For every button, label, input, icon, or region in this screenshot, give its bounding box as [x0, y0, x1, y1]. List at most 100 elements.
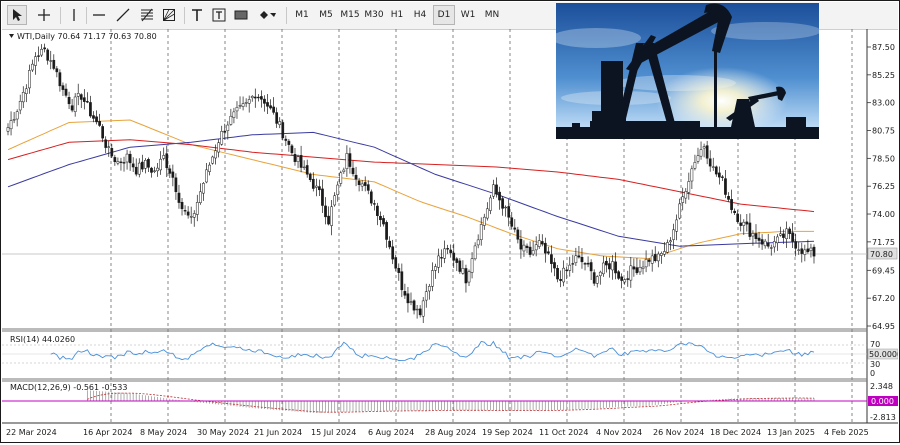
candle-body [458, 260, 462, 272]
candle-body [128, 153, 132, 164]
candle-body [82, 97, 86, 102]
date-tick-label: 30 May 2024 [197, 428, 249, 437]
candle-body [299, 155, 303, 168]
candle-body [278, 121, 282, 125]
candle-body [586, 262, 590, 265]
crosshair-icon[interactable] [34, 5, 54, 25]
candle-body [730, 199, 733, 210]
tf-w1-button[interactable]: W1 [458, 5, 478, 25]
date-tick-label: 19 Sep 2024 [482, 428, 533, 437]
candle-body [318, 186, 321, 191]
dropdown-triangle-icon[interactable] [9, 34, 14, 38]
text-icon[interactable] [188, 5, 206, 25]
candle-body [171, 171, 175, 178]
candle-body [443, 248, 446, 259]
tf-m15-button[interactable]: M15 [339, 5, 361, 25]
rsi-level-30: 30 [870, 360, 880, 369]
tf-m30-button[interactable]: M30 [363, 5, 385, 25]
candle-body [653, 254, 657, 261]
candle-body [385, 222, 388, 240]
macd-level-bottom: -2.813 [870, 413, 896, 422]
candle-body [592, 272, 596, 284]
candle-body [519, 238, 523, 250]
candle-body [162, 155, 166, 159]
candle-body [568, 264, 572, 271]
candle-body [388, 240, 391, 248]
candle-body [440, 257, 443, 259]
date-tick-label: 18 Dec 2024 [710, 428, 761, 437]
candle-body [147, 159, 150, 168]
candle-body [757, 237, 761, 241]
rectangle-icon[interactable] [232, 5, 250, 25]
arrow-cursor-icon[interactable] [7, 5, 27, 25]
candle-body [708, 158, 712, 167]
candle-body [431, 270, 434, 287]
date-tick-label: 22 Mar 2024 [6, 428, 57, 437]
candle-body [21, 92, 25, 103]
text-label-icon[interactable] [210, 5, 228, 25]
candle-body [183, 210, 187, 212]
candle-body [556, 268, 559, 280]
candle-body [739, 222, 743, 226]
tf-d1-button[interactable]: D1 [433, 5, 455, 25]
trendline-icon[interactable] [114, 5, 132, 25]
candle-body [605, 260, 608, 266]
rsi-panel: RSI(14) 44.0260 70 50.0000 30 0 [2, 335, 900, 378]
candle-body [247, 99, 251, 104]
candle-body [574, 255, 578, 264]
candle-body [632, 266, 636, 270]
date-tick-label: 21 Jun 2024 [254, 428, 302, 437]
candle-body [550, 254, 553, 264]
candle-body [366, 184, 370, 191]
candle-body [116, 161, 120, 164]
candle-body [577, 255, 581, 258]
candle-body [220, 131, 224, 145]
candle-body [156, 167, 159, 172]
tf-h1-button[interactable]: H1 [387, 5, 407, 25]
candle-body [446, 248, 449, 250]
candle-body [495, 184, 498, 195]
candle-body [263, 98, 266, 104]
candle-body [464, 268, 468, 284]
tf-h4-button[interactable]: H4 [410, 5, 430, 25]
candle-body [595, 276, 599, 284]
candle-body [40, 48, 43, 56]
candle-body [565, 269, 569, 271]
horizontal-line-icon[interactable] [90, 5, 108, 25]
candle-body [449, 249, 453, 254]
candle-body [49, 60, 53, 62]
candle-body [534, 244, 538, 251]
fibo-fan-icon[interactable] [160, 5, 178, 25]
candle-body [339, 172, 343, 184]
candle-body [415, 308, 419, 311]
candle-body [394, 257, 398, 269]
candle-body [43, 47, 46, 50]
tf-mn-button[interactable]: MN [481, 5, 503, 25]
candle-body [229, 115, 233, 125]
candle-body [809, 247, 813, 251]
tf-m1-button[interactable]: M1 [292, 5, 312, 25]
vertical-line-icon[interactable] [65, 5, 83, 25]
candle-body [748, 222, 752, 237]
candle-body [547, 251, 550, 254]
candle-body [168, 168, 172, 174]
candle-body [528, 246, 532, 255]
candle-body [769, 247, 773, 249]
toolbar-separator [286, 7, 287, 24]
candle-body [754, 233, 758, 240]
candle-body [357, 180, 361, 185]
terminal-window: M1 M5 M15 M30 H1 H4 D1 W1 MN 87.50 85.25 8… [0, 0, 900, 443]
date-axis: 22 Mar 2024 16 Apr 2024 8 May 2024 30 May 2… [6, 428, 869, 437]
candle-body [772, 241, 776, 248]
candle-body [617, 271, 620, 279]
candle-body [718, 172, 721, 178]
arrows-icon[interactable] [256, 5, 280, 25]
macd-level-top: 2.348 [870, 382, 893, 391]
candle-body [742, 221, 746, 226]
symbol-info: WTI,Daily 70.64 71.17 70.63 70.80 [17, 32, 157, 41]
tf-m5-button[interactable]: M5 [315, 5, 337, 25]
candle-body [470, 258, 474, 273]
candle-body [177, 192, 181, 203]
fibonacci-icon[interactable] [138, 5, 156, 25]
candle-body [150, 167, 153, 173]
